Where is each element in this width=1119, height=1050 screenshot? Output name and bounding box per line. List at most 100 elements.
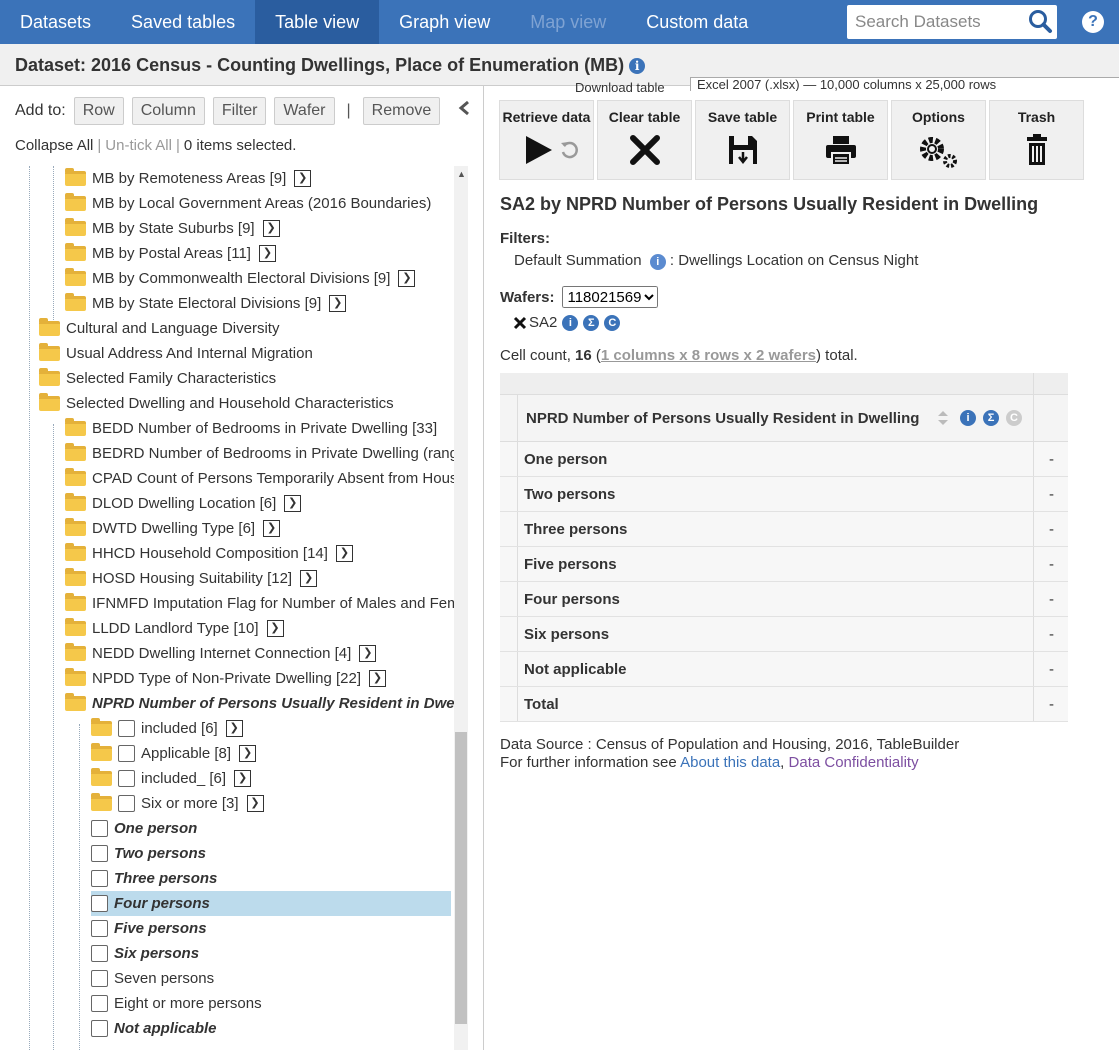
tree-item[interactable]: DLOD Dwelling Location [6] ❯ bbox=[65, 491, 302, 516]
folder-icon[interactable] bbox=[65, 593, 86, 611]
folder-icon[interactable] bbox=[39, 393, 60, 411]
tree-item[interactable]: One person bbox=[91, 816, 197, 841]
expand-arrow-icon[interactable]: ❯ bbox=[239, 745, 257, 762]
expand-arrow-icon[interactable]: ❯ bbox=[335, 545, 353, 562]
folder-icon[interactable] bbox=[65, 693, 86, 711]
tree-item[interactable]: LLDD Landlord Type [10] ❯ bbox=[65, 616, 284, 641]
tree-checkbox[interactable] bbox=[118, 745, 135, 762]
sum-icon[interactable]: Σ bbox=[983, 410, 999, 426]
expand-arrow-icon[interactable]: ❯ bbox=[329, 295, 347, 312]
tree-item[interactable]: MB by Remoteness Areas [9] ❯ bbox=[65, 166, 312, 191]
folder-icon[interactable] bbox=[65, 643, 86, 661]
tree-checkbox[interactable] bbox=[91, 945, 108, 962]
tab-graph-view[interactable]: Graph view bbox=[379, 0, 510, 44]
expand-arrow-icon[interactable]: ❯ bbox=[294, 170, 312, 187]
info-icon[interactable]: i bbox=[562, 314, 579, 331]
folder-icon[interactable] bbox=[91, 718, 112, 736]
expand-arrow-icon[interactable]: ❯ bbox=[234, 770, 252, 787]
tree-item[interactable]: DWTD Dwelling Type [6] ❯ bbox=[65, 516, 281, 541]
tree-item[interactable]: Three persons bbox=[91, 866, 217, 891]
folder-icon[interactable] bbox=[39, 343, 60, 361]
expand-arrow-icon[interactable]: ❯ bbox=[225, 720, 243, 737]
sort-icon[interactable] bbox=[936, 409, 950, 432]
tree-checkbox[interactable] bbox=[118, 770, 135, 787]
folder-icon[interactable] bbox=[65, 168, 86, 186]
add-column-button[interactable]: Column bbox=[131, 97, 205, 125]
tree-item[interactable]: Seven persons bbox=[91, 966, 214, 991]
add-row-button[interactable]: Row bbox=[73, 97, 124, 125]
folder-icon[interactable] bbox=[65, 293, 86, 311]
wafer-select[interactable]: 118021569 bbox=[562, 286, 659, 308]
expand-arrow-icon[interactable]: ❯ bbox=[300, 570, 318, 587]
folder-icon[interactable] bbox=[65, 543, 86, 561]
folder-icon[interactable] bbox=[39, 318, 60, 336]
remove-button[interactable]: Remove bbox=[362, 97, 441, 125]
tree-item[interactable]: IFNMFD Imputation Flag for Number of Mal… bbox=[65, 591, 455, 616]
info-icon[interactable]: i bbox=[649, 254, 666, 270]
expand-arrow-icon[interactable]: ❯ bbox=[359, 645, 377, 662]
tree-item[interactable]: HOSD Housing Suitability [12] ❯ bbox=[65, 566, 318, 591]
tree-item[interactable]: BEDD Number of Bedrooms in Private Dwell… bbox=[65, 416, 437, 441]
expand-arrow-icon[interactable]: ❯ bbox=[369, 670, 387, 687]
tab-table-view[interactable]: Table view bbox=[255, 0, 380, 44]
search-input[interactable] bbox=[847, 7, 1027, 37]
folder-icon[interactable] bbox=[65, 668, 86, 686]
tree-checkbox[interactable] bbox=[91, 995, 108, 1012]
expand-arrow-icon[interactable]: ❯ bbox=[258, 245, 276, 262]
print-table-button[interactable]: Print table bbox=[793, 100, 888, 180]
tree-checkbox[interactable] bbox=[91, 870, 108, 887]
untick-all-link[interactable]: Un-tick All bbox=[105, 137, 172, 154]
folder-icon[interactable] bbox=[65, 268, 86, 286]
tree-item[interactable]: MB by State Suburbs [9] ❯ bbox=[65, 216, 280, 241]
folder-icon[interactable] bbox=[65, 468, 86, 486]
folder-icon[interactable] bbox=[65, 243, 86, 261]
tree-item[interactable]: NPDD Type of Non-Private Dwelling [22] ❯ bbox=[65, 666, 387, 691]
tree-checkbox[interactable] bbox=[118, 720, 135, 737]
folder-icon[interactable] bbox=[65, 493, 86, 511]
collapse-all-link[interactable]: Collapse All bbox=[15, 137, 93, 154]
tab-saved-tables[interactable]: Saved tables bbox=[111, 0, 255, 44]
tree-item[interactable]: Applicable [8] ❯ bbox=[91, 741, 257, 766]
folder-icon[interactable] bbox=[65, 618, 86, 636]
folder-icon[interactable] bbox=[91, 768, 112, 786]
add-filter-button[interactable]: Filter bbox=[212, 97, 267, 125]
remove-wafer-icon[interactable] bbox=[513, 316, 527, 330]
tree-item[interactable]: MB by State Electoral Divisions [9] ❯ bbox=[65, 291, 347, 316]
tree-checkbox[interactable] bbox=[118, 795, 135, 812]
folder-icon[interactable] bbox=[91, 793, 112, 811]
folder-icon[interactable] bbox=[91, 743, 112, 761]
save-table-button[interactable]: Save table bbox=[695, 100, 790, 180]
options-button[interactable]: Options bbox=[891, 100, 986, 180]
tree-checkbox[interactable] bbox=[91, 920, 108, 937]
clear-table-button[interactable]: Clear table bbox=[597, 100, 692, 180]
cell-count-link[interactable]: 1 columns x 8 rows x 2 wafers bbox=[601, 347, 816, 364]
tab-custom-data[interactable]: Custom data bbox=[626, 0, 768, 44]
tree-item[interactable]: Two persons bbox=[91, 841, 206, 866]
tree-item[interactable]: NEDD Dwelling Internet Connection [4] ❯ bbox=[65, 641, 377, 666]
tab-datasets[interactable]: Datasets bbox=[0, 0, 111, 44]
tree-item[interactable]: Six persons bbox=[91, 941, 199, 966]
scroll-thumb[interactable] bbox=[455, 732, 467, 1024]
tree-item[interactable]: Six or more [3] ❯ bbox=[91, 791, 264, 816]
tree-item[interactable]: MB by Local Government Areas (2016 Bound… bbox=[65, 191, 431, 216]
tree-item[interactable]: MB by Commonwealth Electoral Divisions [… bbox=[65, 266, 416, 291]
tree-checkbox[interactable] bbox=[91, 845, 108, 862]
expand-arrow-icon[interactable]: ❯ bbox=[284, 495, 302, 512]
tree-checkbox[interactable] bbox=[91, 1020, 108, 1037]
tree-item[interactable]: included_ [6] ❯ bbox=[91, 766, 252, 791]
c-icon[interactable]: C bbox=[1006, 410, 1022, 426]
expand-arrow-icon[interactable]: ❯ bbox=[398, 270, 416, 287]
tree-checkbox[interactable] bbox=[91, 895, 108, 912]
folder-icon[interactable] bbox=[65, 443, 86, 461]
tree-item[interactable]: included [6] ❯ bbox=[91, 716, 243, 741]
data-confidentiality-link[interactable]: Data Confidentiality bbox=[789, 754, 919, 771]
expand-arrow-icon[interactable]: ❯ bbox=[262, 220, 280, 237]
tree-item[interactable]: NPRD Number of Persons Usually Resident … bbox=[65, 691, 455, 716]
info-icon[interactable]: i bbox=[960, 410, 976, 426]
help-icon[interactable]: ? bbox=[1082, 11, 1104, 33]
expand-arrow-icon[interactable]: ❯ bbox=[263, 520, 281, 537]
info-icon[interactable]: i bbox=[629, 58, 646, 75]
scroll-up-icon[interactable]: ▲ bbox=[457, 169, 466, 179]
tree-item[interactable]: CPAD Count of Persons Temporarily Absent… bbox=[65, 466, 455, 491]
sum-icon[interactable]: Σ bbox=[583, 314, 600, 331]
